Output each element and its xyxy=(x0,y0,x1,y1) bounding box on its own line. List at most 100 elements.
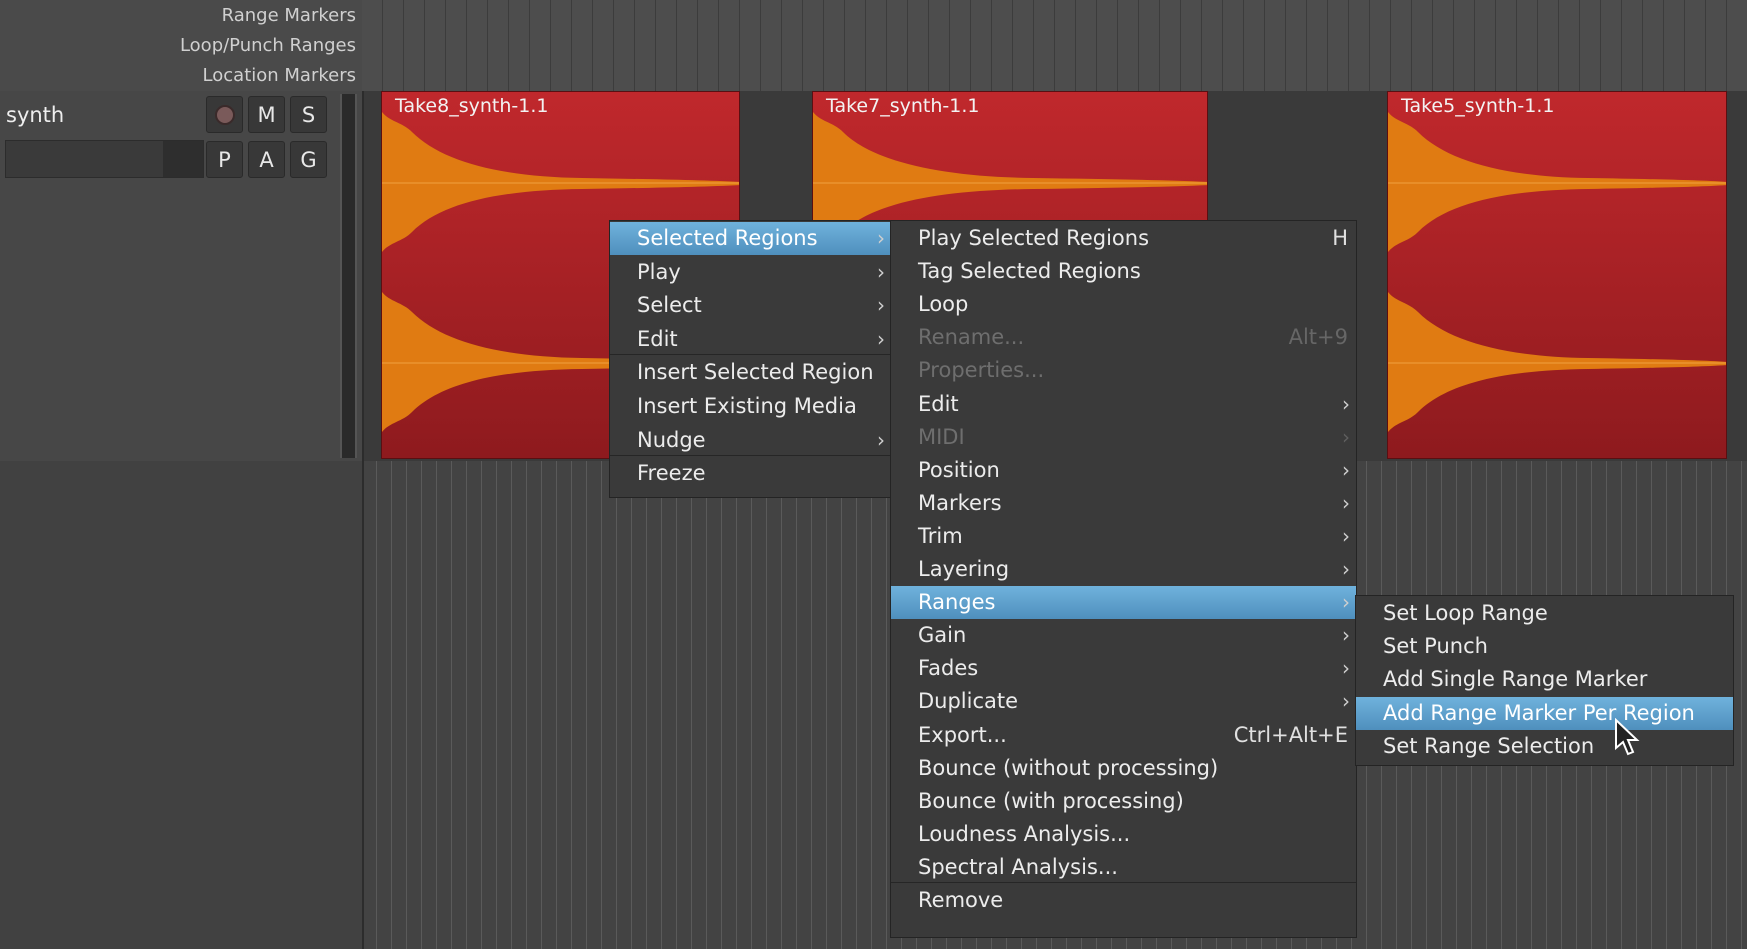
menu-item-label: Select xyxy=(637,293,702,318)
menu-item-play-selected-regions[interactable]: Play Selected Regions H xyxy=(891,222,1356,255)
region-context-menu: Selected Regions › Play › Select › Edit › Insert… xyxy=(609,220,892,498)
submenu-arrow-icon: › xyxy=(1342,457,1350,482)
menu-item-loop[interactable]: Loop xyxy=(891,288,1356,321)
menu-item-label: Edit xyxy=(918,391,959,416)
group-button[interactable]: G xyxy=(290,141,327,178)
menu-item-loudness-analysis[interactable]: Loudness Analysis... xyxy=(891,818,1356,851)
menu-item-fades[interactable]: Fades › xyxy=(891,652,1356,685)
submenu-arrow-icon: › xyxy=(1342,523,1350,548)
menu-item-label: Rename... xyxy=(918,325,1025,350)
audio-region[interactable]: Take5_synth-1.1 xyxy=(1387,91,1727,459)
menu-item-label: Freeze xyxy=(637,461,706,486)
submenu-arrow-icon: › xyxy=(877,226,885,250)
menu-item-edit[interactable]: Edit › xyxy=(610,323,891,356)
menu-item-layering[interactable]: Layering › xyxy=(891,553,1356,586)
ruler-labels-panel: Range Markers Loop/Punch Ranges Location… xyxy=(0,0,362,91)
menu-item-label: Play Selected Regions xyxy=(918,226,1150,250)
menu-item-label: Tag Selected Regions xyxy=(918,259,1141,284)
submenu-arrow-icon: › xyxy=(1342,391,1350,416)
menu-item-shortcut: Ctrl+Alt+E xyxy=(1233,722,1348,747)
automation-button[interactable]: A xyxy=(248,141,285,178)
gain-fader[interactable] xyxy=(5,140,204,178)
menu-item-gain[interactable]: Gain › xyxy=(891,619,1356,652)
menu-item-set-range-selection[interactable]: Set Range Selection xyxy=(1356,730,1733,763)
mute-button[interactable]: M xyxy=(248,96,285,133)
menu-item-spectral-analysis[interactable]: Spectral Analysis... xyxy=(891,851,1356,884)
submenu-arrow-icon: › xyxy=(1342,490,1350,515)
menu-item-label: Edit xyxy=(637,326,678,351)
menu-item-export[interactable]: Export... Ctrl+Alt+E xyxy=(891,719,1356,752)
menu-item-edit[interactable]: Edit › xyxy=(891,388,1356,421)
record-arm-button[interactable] xyxy=(206,96,243,133)
submenu-arrow-icon: › xyxy=(1342,424,1350,449)
menu-item-shortcut: H xyxy=(1332,226,1348,250)
menu-item-trim[interactable]: Trim › xyxy=(891,520,1356,553)
menu-separator xyxy=(610,455,891,457)
menu-item-set-loop-range[interactable]: Set Loop Range xyxy=(1356,597,1733,630)
menu-item-bounce-with-processing[interactable]: Bounce (with processing) xyxy=(891,785,1356,818)
menu-item-ranges[interactable]: Ranges › xyxy=(891,586,1356,620)
solo-button[interactable]: S xyxy=(290,96,327,133)
menu-item-label: Add Single Range Marker xyxy=(1383,667,1648,692)
menu-item-label: Bounce (with processing) xyxy=(918,788,1184,813)
menu-item-label: Remove xyxy=(918,888,1004,912)
menu-item-set-punch[interactable]: Set Punch xyxy=(1356,630,1733,663)
menu-item-label: Bounce (without processing) xyxy=(918,755,1219,780)
menu-item-tag-selected-regions[interactable]: Tag Selected Regions xyxy=(891,255,1356,288)
menu-item-label: Fades xyxy=(918,656,979,681)
fader-knob[interactable] xyxy=(163,141,203,177)
track-list-empty-area xyxy=(0,461,362,949)
submenu-arrow-icon: › xyxy=(1342,590,1350,615)
menu-item-label: Add Range Marker Per Region xyxy=(1383,700,1695,725)
menu-item-label: Spectral Analysis... xyxy=(918,854,1118,879)
ruler-timeline[interactable] xyxy=(362,0,1747,91)
menu-item-label: Loudness Analysis... xyxy=(918,821,1131,846)
menu-item-label: Properties... xyxy=(918,358,1045,383)
menu-item-midi: MIDI › xyxy=(891,421,1356,454)
menu-item-duplicate[interactable]: Duplicate › xyxy=(891,685,1356,718)
menu-item-label: Selected Regions xyxy=(637,226,818,250)
menu-item-select[interactable]: Select › xyxy=(610,289,891,322)
menu-item-properties: Properties... xyxy=(891,354,1356,387)
ranges-submenu: Set Loop Range Set Punch Add Single Range … xyxy=(1355,595,1734,766)
menu-item-label: Loop xyxy=(918,292,969,317)
menu-item-label: Nudge xyxy=(637,427,706,452)
submenu-arrow-icon: › xyxy=(877,326,885,351)
submenu-arrow-icon: › xyxy=(1342,557,1350,581)
menu-item-label: Set Loop Range xyxy=(1383,601,1548,625)
lane-divider xyxy=(362,91,364,949)
track-name[interactable]: synth xyxy=(6,103,64,127)
menu-item-label: Trim xyxy=(918,523,963,548)
menu-item-position[interactable]: Position › xyxy=(891,454,1356,487)
selected-regions-submenu: Play Selected Regions H Tag Selected Regio… xyxy=(890,220,1357,938)
menu-item-bounce-without-processing[interactable]: Bounce (without processing) xyxy=(891,752,1356,785)
menu-item-insert-selected-region[interactable]: Insert Selected Region xyxy=(610,356,891,389)
region-name: Take5_synth-1.1 xyxy=(1401,95,1555,117)
menu-separator xyxy=(891,882,1356,883)
menu-item-label: Insert Selected Region xyxy=(637,360,874,385)
region-name: Take7_synth-1.1 xyxy=(826,95,980,117)
menu-item-selected-regions[interactable]: Selected Regions › xyxy=(610,222,891,255)
menu-item-label: Play xyxy=(637,259,681,284)
menu-item-shortcut: Alt+9 xyxy=(1288,325,1348,350)
submenu-arrow-icon: › xyxy=(877,293,885,318)
playlist-button[interactable]: P xyxy=(206,141,243,178)
menu-item-label: Duplicate xyxy=(918,689,1019,714)
menu-item-label: Markers xyxy=(918,490,1002,515)
record-icon xyxy=(214,104,235,125)
waveform xyxy=(1388,112,1726,432)
menu-item-insert-existing-media[interactable]: Insert Existing Media xyxy=(610,390,891,423)
menu-item-label: Layering xyxy=(918,557,1010,581)
menu-item-play[interactable]: Play › xyxy=(610,256,891,289)
menu-item-nudge[interactable]: Nudge › xyxy=(610,424,891,457)
menu-item-label: Position xyxy=(918,457,1000,482)
menu-item-add-range-marker-per-region[interactable]: Add Range Marker Per Region xyxy=(1356,696,1733,730)
menu-item-label: Set Punch xyxy=(1383,634,1488,659)
menu-item-markers[interactable]: Markers › xyxy=(891,487,1356,520)
menu-item-freeze[interactable]: Freeze xyxy=(610,457,891,490)
location-markers-label: Location Markers xyxy=(202,65,356,86)
region-name: Take8_synth-1.1 xyxy=(395,95,549,117)
menu-item-add-single-range-marker[interactable]: Add Single Range Marker xyxy=(1356,663,1733,696)
submenu-arrow-icon: › xyxy=(1342,623,1350,648)
menu-item-remove[interactable]: Remove xyxy=(891,884,1356,917)
